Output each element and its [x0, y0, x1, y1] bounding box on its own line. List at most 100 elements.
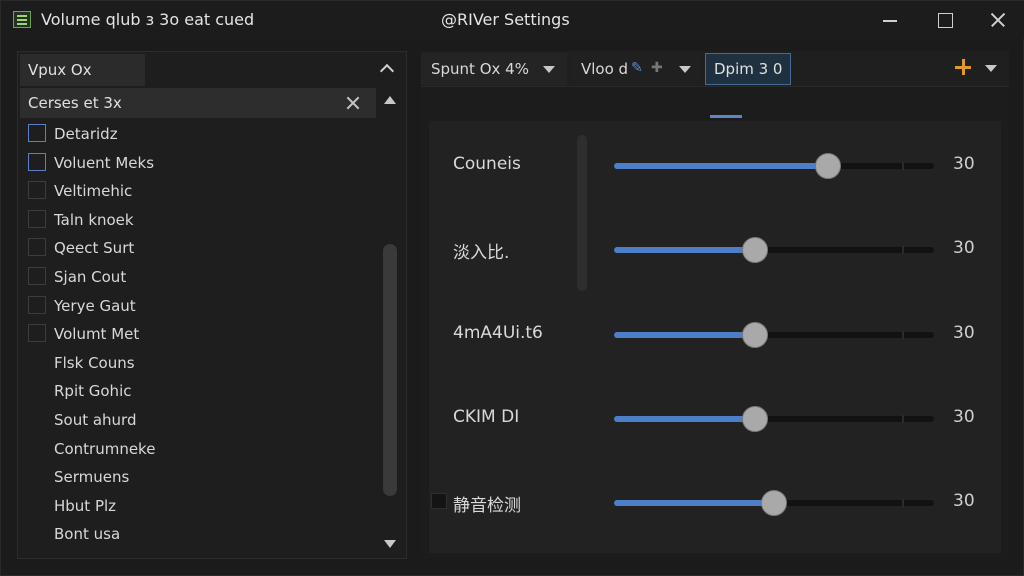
item-label: Taln knoek [54, 210, 134, 229]
list-item[interactable]: Volumt Met [20, 320, 376, 348]
edit-icon: ✎ [631, 60, 643, 76]
slider-area: Couneis 30 淡入比. 30 4mA4Ui.t6 30 CKIM DI 30 静音检测 3… [429, 121, 1001, 553]
slider-track[interactable] [614, 237, 934, 263]
slider-fill [614, 163, 829, 169]
chevron-down-icon [543, 66, 555, 73]
add-icon[interactable] [955, 59, 973, 77]
slider-thumb[interactable] [741, 406, 768, 432]
list-item[interactable]: Qeect Surt [20, 234, 376, 262]
close-icon[interactable] [987, 9, 1009, 31]
chevron-down-icon [985, 65, 997, 72]
item-checkbox[interactable] [28, 181, 46, 200]
slider-value: 30 [953, 323, 975, 343]
tools-icon[interactable] [344, 94, 362, 112]
scroll-thumb[interactable] [383, 244, 397, 496]
item-label: Volumt Met [54, 325, 140, 344]
list-item[interactable]: Sermuens [20, 463, 376, 491]
item-checkbox[interactable] [28, 209, 46, 228]
list-item[interactable]: Detaridz [20, 120, 376, 148]
slider-checkbox[interactable] [431, 493, 447, 509]
list-item[interactable]: Veltimehic [20, 177, 376, 205]
list-item[interactable]: Yerye Gaut [20, 292, 376, 320]
mode-dropdown-label: Vloo d [581, 60, 629, 78]
settings-panel: Spunt Ox 4% Vloo d ✎ ✚ Dpim 3 0 Couneis 3… [421, 51, 1009, 559]
slider-thumb[interactable] [741, 322, 768, 348]
slider-fill [614, 500, 774, 506]
list-item[interactable]: Hbut Plz [20, 492, 376, 520]
item-label: Bont usa [54, 525, 121, 544]
list-header: Cerses et 3x [20, 88, 376, 118]
slider-track[interactable] [614, 153, 934, 179]
slider-label: 静音检测 [453, 496, 521, 516]
item-checkbox[interactable] [28, 124, 46, 142]
list-item[interactable]: Voluent Meks [20, 149, 376, 177]
app-title: Volume qlub ɜ 3o eat cued [41, 10, 255, 29]
list-item[interactable]: Sout ahurd [20, 406, 376, 434]
item-checkbox[interactable] [28, 152, 46, 171]
slider-fill [614, 332, 755, 338]
option-button[interactable]: Dpim 3 0 [705, 53, 791, 85]
source-dropdown-label: Spunt Ox 4% [431, 60, 529, 78]
mode-dropdown[interactable]: Vloo d ✎ ✚ [571, 53, 701, 85]
slider-label: 淡入比. [453, 243, 510, 263]
window-title: @RIVer Settings [441, 10, 570, 29]
tab-indicator [710, 115, 742, 118]
list-item[interactable]: Contrumneke [20, 435, 376, 463]
slider-label: Couneis [453, 154, 521, 174]
slider-value: 30 [953, 407, 975, 427]
app-icon [13, 11, 31, 28]
item-label: Veltimehic [54, 182, 133, 201]
slider-track[interactable] [614, 322, 934, 348]
vertical-scrollbar[interactable] [378, 88, 404, 556]
minimize-icon[interactable] [879, 9, 901, 31]
item-checkbox[interactable] [28, 324, 46, 343]
slider-row: 静音检测 30 [429, 480, 1001, 524]
slider-label: 4mA4Ui.t6 [453, 323, 543, 343]
slider-track[interactable] [614, 406, 934, 432]
toolbar: Spunt Ox 4% Vloo d ✎ ✚ Dpim 3 0 [421, 51, 1009, 87]
panel-tab[interactable]: Vpux Ox [20, 54, 145, 86]
item-checkbox[interactable] [28, 295, 46, 314]
scroll-up-arrow-icon[interactable] [384, 96, 396, 104]
item-label: Rpit Gohic [54, 382, 132, 401]
slider-row: 4mA4Ui.t6 30 [429, 312, 1001, 356]
slider-thumb[interactable] [815, 153, 842, 179]
chevron-down-icon [679, 66, 691, 73]
item-label: Sout ahurd [54, 411, 137, 429]
list-header-label: Cerses et 3x [28, 94, 122, 112]
list-item[interactable]: Flsk Couns [20, 349, 376, 377]
slider-tick [902, 162, 904, 170]
item-label: Hbut Plz [54, 496, 117, 515]
collapse-chevron-up-icon[interactable] [376, 58, 398, 80]
slider-tick [902, 331, 904, 339]
more-dropdown[interactable] [981, 59, 1001, 79]
slider-row: Couneis 30 [429, 143, 1001, 187]
app-window: Volume qlub ɜ 3o eat cued @RIVer Setting… [0, 0, 1024, 576]
maximize-icon[interactable] [934, 9, 956, 31]
item-label: Flsk Couns [54, 353, 135, 372]
item-checkbox[interactable] [28, 238, 46, 257]
slider-thumb[interactable] [741, 237, 768, 263]
item-label: Detaridz [54, 125, 118, 143]
item-label: Contrumneke [54, 439, 156, 458]
slider-value: 30 [953, 491, 975, 511]
slider-track[interactable] [614, 490, 934, 516]
slider-tick [902, 415, 904, 423]
scroll-down-arrow-icon[interactable] [384, 540, 396, 548]
list-item[interactable]: Taln knoek [20, 206, 376, 234]
slider-label: CKIM DI [453, 407, 520, 427]
source-dropdown[interactable]: Spunt Ox 4% [421, 53, 567, 85]
slider-value: 30 [953, 154, 975, 174]
panel-tab-label: Vpux Ox [28, 61, 92, 79]
item-label: Sermuens [54, 468, 130, 487]
item-checkbox[interactable] [28, 267, 46, 285]
slider-row: CKIM DI 30 [429, 396, 1001, 440]
slider-row: 淡入比. 30 [429, 227, 1001, 271]
slider-thumb[interactable] [761, 490, 787, 516]
list-item[interactable]: Bont usa [20, 520, 376, 548]
list-item[interactable]: Rpit Gohic [20, 377, 376, 405]
list-item[interactable]: Sjan Cout [20, 263, 376, 291]
item-label: Voluent Meks [54, 153, 155, 172]
pin-icon: ✚ [651, 60, 663, 76]
option-button-label: Dpim 3 0 [714, 60, 783, 78]
